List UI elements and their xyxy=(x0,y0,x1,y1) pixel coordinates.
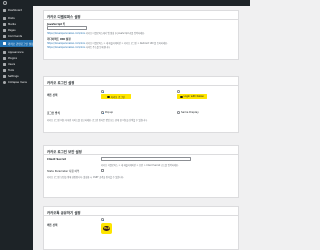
state-parameter-hint: 카카오 로그인 보안을 위해 권장합니다. 활성화 시 CSRF 공격을 방지할… xyxy=(47,176,125,179)
sidebar-item-appearance[interactable]: Appearance xyxy=(0,50,33,56)
pin-icon xyxy=(3,17,6,21)
sidebar-item-label: Dashboard xyxy=(8,9,23,13)
js-key-input[interactable] xyxy=(47,26,87,30)
sidebar-item-label: Appearance xyxy=(8,51,24,55)
security-settings-panel: 카카오 로그인 보안 설정 Client Secret 카카오 디벨로퍼스 > … xyxy=(43,145,239,198)
client-secret-hint: 카카오 디벨로퍼스 > 내 애플리케이션 > 보안 > Client Secre… xyxy=(101,164,179,167)
talk-bubble-icon: TALK xyxy=(103,226,110,231)
comment-icon xyxy=(3,35,6,39)
client-secret-label: Client Secret xyxy=(47,158,66,161)
collapse-menu-button[interactable]: Collapse menu xyxy=(0,80,33,86)
users-icon xyxy=(3,63,6,67)
share-settings-panel: 카카오톡 공유하기 설정 버튼 선택 TALK xyxy=(43,206,239,250)
popup-mode-label: 로그인 방식 xyxy=(47,112,60,115)
client-secret-input[interactable] xyxy=(101,157,191,161)
sidebar-item-label: Tools xyxy=(8,69,15,73)
button-style-radio-2[interactable] xyxy=(177,90,180,93)
panel-title: 카카오톡 공유하기 설정 xyxy=(47,210,81,215)
sidebar-item-label: Media xyxy=(8,23,16,27)
same-display-radio-label: Same Display xyxy=(181,111,199,114)
panel-title: 카카오 디벨로퍼스 설정 xyxy=(47,14,81,19)
button-select-label: 버튼 선택 xyxy=(47,94,58,97)
docs-link[interactable]: https://developers.kakao.com/docs xyxy=(47,32,85,35)
wordpress-logo[interactable] xyxy=(0,0,33,6)
sidebar-item-posts[interactable]: Posts xyxy=(0,16,33,22)
sidebar-item-dashboard[interactable]: Dashboard xyxy=(0,8,33,14)
sidebar-item-label: 카카오 간편로그인 설정 xyxy=(8,42,33,46)
media-icon xyxy=(3,23,6,27)
sidebar-item-label: Plugins xyxy=(8,57,18,61)
tools-icon xyxy=(3,69,6,73)
kakao-login-button-option-ko[interactable]: 카카오 로그인 xyxy=(101,94,131,99)
sidebar-item-label: Comments xyxy=(8,35,23,39)
sidebar-item-label: Pages xyxy=(8,29,16,33)
login-settings-panel: 카카오 로그인 설정 버튼 선택 카카오 로그인 Login with Kaka… xyxy=(43,76,239,133)
redirect-uri-hint-2: https://developers.kakao.com/docs 사이트 주소… xyxy=(47,45,235,49)
share-button-select-label: 버튼 선택 xyxy=(47,224,58,227)
collapse-icon xyxy=(3,81,6,85)
button-label: Login with Kakao xyxy=(183,95,204,98)
kakao-bubble-icon xyxy=(180,95,183,98)
sidebar-item-kakao-login[interactable]: 카카오 간편로그인 설정 xyxy=(0,40,33,47)
button-style-radio-1[interactable] xyxy=(101,90,104,93)
share-button-radio[interactable] xyxy=(101,218,104,221)
sidebar-item-plugins[interactable]: Plugins xyxy=(0,56,33,62)
talk-icon-text: TALK xyxy=(103,227,110,230)
settings-icon xyxy=(3,42,6,45)
panel-title: 카카오 로그인 설정 xyxy=(47,80,75,85)
sidebar-item-users[interactable]: Users xyxy=(0,62,33,68)
hint-text: 사이트 주소를 등록합니다. xyxy=(85,45,111,49)
sidebar-item-media[interactable]: Media xyxy=(0,22,33,28)
sidebar-item-label: Collapse menu xyxy=(8,81,28,85)
admin-sidebar: Dashboard Posts Media Pages Comments 카카오… xyxy=(0,0,33,250)
kakao-bubble-icon xyxy=(107,95,110,98)
kakao-login-button-option-en[interactable]: Login with Kakao xyxy=(177,94,207,99)
popup-radio[interactable] xyxy=(101,111,104,114)
state-parameter-label: State Parameter 사용 여부 xyxy=(47,170,80,173)
same-display-radio[interactable] xyxy=(177,111,180,114)
page-icon xyxy=(3,29,6,33)
sidebar-item-pages[interactable]: Pages xyxy=(0,28,33,34)
brush-icon xyxy=(3,51,6,55)
js-key-hint: https://developers.kakao.com/docs 카카오 디벨… xyxy=(47,31,235,35)
gear-icon xyxy=(3,75,6,79)
developers-settings-panel: 카카오 디벨로퍼스 설정 JavaScript 키 https://develo… xyxy=(43,10,239,60)
panel-title: 카카오 로그인 보안 설정 xyxy=(47,149,82,154)
login-settings-hint: 카카오 로그인 버튼 디자인 가이드를 참고하세요. 로그인 방식은 팝업 또는… xyxy=(47,119,148,122)
sidebar-item-comments[interactable]: Comments xyxy=(0,34,33,40)
admin-top-bar xyxy=(33,0,250,6)
sidebar-item-label: Settings xyxy=(8,75,19,79)
hint-text: 카카오 디벨로퍼스에서 앱 생성 후 JavaScript 키를 입력하세요. xyxy=(85,32,145,35)
popup-radio-label: Popup xyxy=(105,111,113,114)
sidebar-item-label: Users xyxy=(8,63,16,67)
button-label: 카카오 로그인 xyxy=(110,95,125,99)
sidebar-item-label: Posts xyxy=(8,17,15,21)
sidebar-item-tools[interactable]: Tools xyxy=(0,68,33,74)
state-parameter-checkbox[interactable] xyxy=(101,169,104,172)
wordpress-icon xyxy=(3,1,7,5)
sidebar-item-settings[interactable]: Settings xyxy=(0,74,33,80)
plugin-icon xyxy=(3,57,6,61)
docs-link[interactable]: https://developers.kakao.com/docs xyxy=(47,46,85,49)
dashboard-icon xyxy=(3,9,6,13)
kakaotalk-share-icon[interactable]: TALK xyxy=(101,223,112,234)
